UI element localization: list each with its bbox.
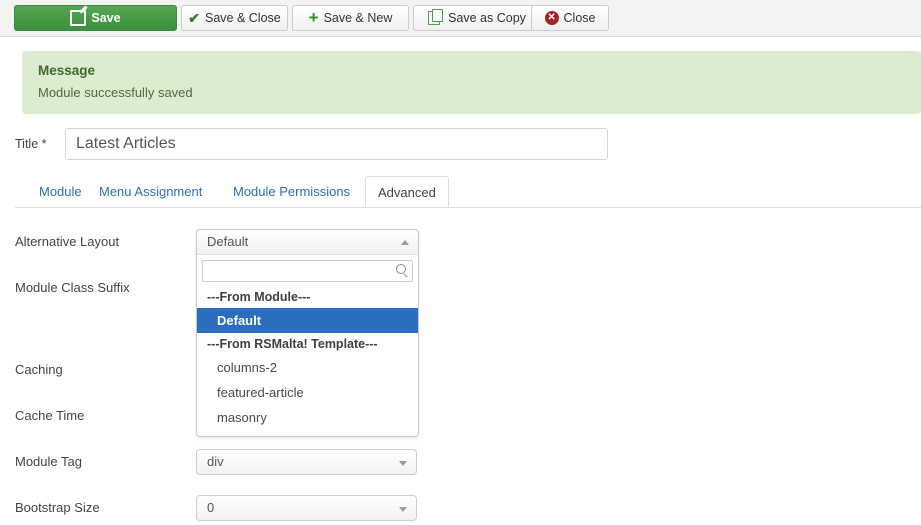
dropdown-option-default[interactable]: Default <box>197 308 418 333</box>
dropdown-search-input[interactable] <box>202 260 413 282</box>
dropdown-search-area <box>197 255 418 286</box>
dropdown-group-label: ---From Module--- <box>207 290 311 304</box>
module-tag-select[interactable]: div <box>196 449 417 475</box>
bootstrap-size-value: 0 <box>207 500 215 515</box>
save-button[interactable]: Save <box>14 5 177 31</box>
module-tag-value: div <box>207 454 224 469</box>
tabs-underline <box>15 207 921 208</box>
dropdown-group-label: ---From RSMalta! Template--- <box>207 337 378 351</box>
alternative-layout-dropdown[interactable]: Default ---From Module--- Default ---Fro… <box>196 229 419 437</box>
chevron-up-icon <box>401 240 409 245</box>
close-button[interactable]: ✕ Close <box>531 5 609 31</box>
dropdown-option-featured-article[interactable]: featured-article <box>197 380 418 405</box>
label-bootstrap-size: Bootstrap Size <box>15 500 100 515</box>
dropdown-option-masonry[interactable]: masonry <box>197 405 418 430</box>
plus-icon: + <box>308 8 319 27</box>
alternative-layout-select-header[interactable]: Default <box>197 230 418 255</box>
tab-module-permissions[interactable]: Module Permissions <box>221 176 362 207</box>
bootstrap-size-select[interactable]: 0 <box>196 495 417 521</box>
search-icon <box>396 264 406 274</box>
message-title: Message <box>38 63 96 78</box>
editor-toolbar: Save ✔ Save & Close + Save & New Save as… <box>0 0 921 37</box>
tab-advanced[interactable]: Advanced <box>365 176 449 207</box>
save-and-close-button[interactable]: ✔ Save & Close <box>181 5 288 31</box>
label-cache-time: Cache Time <box>15 408 85 423</box>
success-message-panel: Message Module successfully saved <box>22 51 921 114</box>
chevron-down-icon <box>399 461 407 466</box>
tab-menu-assignment[interactable]: Menu Assignment <box>87 176 214 207</box>
save-and-new-button[interactable]: + Save & New <box>292 5 409 31</box>
title-input[interactable] <box>65 128 608 160</box>
check-icon: ✔ <box>188 10 200 26</box>
editor-tabs: Module Menu Assignment Module Permission… <box>15 176 921 208</box>
save-and-close-label: Save & Close <box>205 11 281 25</box>
label-module-class-suffix: Module Class Suffix <box>15 280 130 295</box>
label-module-tag: Module Tag <box>15 454 82 469</box>
dropdown-option-list: ---From Module--- Default ---From RSMalt… <box>197 286 418 436</box>
save-as-copy-button[interactable]: Save as Copy <box>413 5 541 31</box>
label-caching: Caching <box>15 362 63 377</box>
dropdown-search <box>202 260 413 282</box>
label-alternative-layout: Alternative Layout <box>15 234 120 249</box>
tab-module[interactable]: Module <box>27 176 94 207</box>
chevron-down-icon <box>399 507 407 512</box>
alternative-layout-selected-value: Default <box>207 234 249 249</box>
close-button-label: Close <box>563 11 596 25</box>
message-text: Module successfully saved <box>38 85 193 100</box>
save-button-label: Save <box>91 11 121 25</box>
close-circle-icon: ✕ <box>544 11 559 25</box>
title-label: Title * <box>15 137 47 151</box>
dropdown-option-columns-2[interactable]: columns-2 <box>197 355 418 380</box>
save-and-new-label: Save & New <box>323 11 393 25</box>
title-row: Title * <box>0 128 921 162</box>
save-as-copy-label: Save as Copy <box>448 11 526 25</box>
edit-icon <box>70 10 87 26</box>
copy-icon <box>428 9 444 25</box>
